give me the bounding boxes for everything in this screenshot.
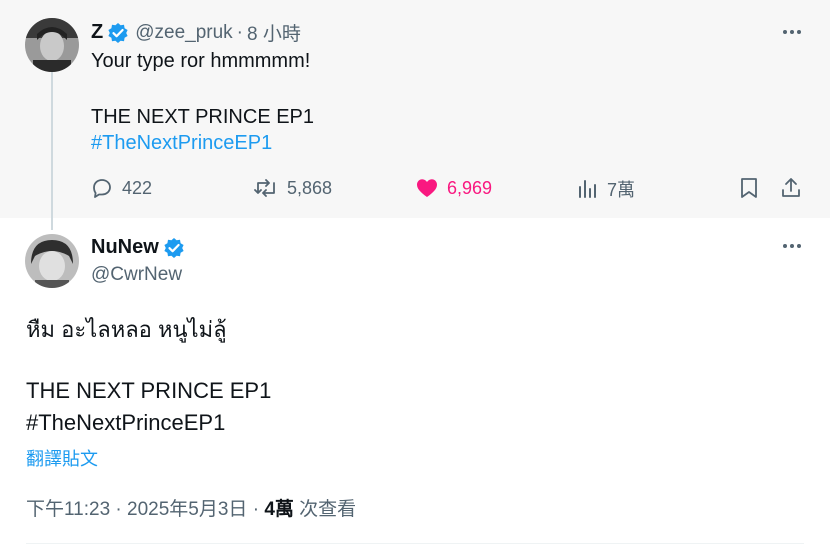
like-button[interactable]: 6,969: [415, 176, 492, 200]
views-count: 7萬: [607, 180, 636, 200]
share-icon: [782, 178, 800, 197]
parent-action-bar: 422 5,868 6,969 7萬: [90, 176, 810, 202]
share-button[interactable]: [780, 176, 802, 200]
post-views-label: 次查看: [299, 499, 357, 520]
parent-author-row: Z @zee_pruk · 8 小時: [91, 19, 301, 46]
verified-badge-icon: [163, 237, 185, 259]
main-author-row: NuNew: [91, 236, 185, 259]
separator-dot: ·: [236, 21, 243, 43]
main-handle[interactable]: @CwrNew: [91, 264, 182, 286]
bookmark-icon: [741, 178, 757, 198]
more-icon[interactable]: [776, 234, 808, 258]
main-hashtag-link[interactable]: #TheNextPrinceEP1: [26, 410, 225, 436]
more-icon[interactable]: [776, 20, 808, 44]
main-text-line2: THE NEXT PRINCE EP1: [26, 378, 272, 403]
main-author-name[interactable]: NuNew: [91, 236, 159, 259]
bookmark-button[interactable]: [738, 176, 760, 200]
post-meta: 下午11:23 · 2025年5月3日 · 4萬 次查看: [26, 494, 356, 521]
verified-badge-icon: [107, 22, 129, 44]
parent-text-line1: Your type ror hmmmmm!: [91, 50, 311, 72]
main-text-line1: หืม อะไลหลอ หนูไม่ลู้: [26, 317, 227, 342]
parent-author-name[interactable]: Z: [91, 21, 103, 44]
repost-button[interactable]: 5,868: [253, 176, 332, 200]
repost-count: 5,868: [287, 177, 333, 198]
translate-post-link[interactable]: 翻譯貼文: [26, 445, 98, 471]
like-count: 6,969: [447, 177, 493, 198]
post-views-count: 4萬: [264, 499, 294, 520]
thread-connector-line: [51, 72, 53, 230]
reply-icon: [93, 179, 111, 198]
parent-tweet[interactable]: Z @zee_pruk · 8 小時 Your type ror hmmmmm!…: [0, 0, 830, 230]
views-icon: [579, 180, 596, 198]
post-timestamp[interactable]: 下午11:23 · 2025年5月3日 ·: [26, 499, 259, 520]
reply-count: 422: [122, 177, 153, 198]
like-icon: [417, 179, 437, 197]
parent-hashtag-link[interactable]: #TheNextPrinceEP1: [91, 132, 272, 155]
parent-text-line2: THE NEXT PRINCE EP1: [91, 106, 315, 128]
parent-avatar[interactable]: [25, 18, 79, 72]
views-button[interactable]: 7萬: [577, 176, 635, 202]
divider: [26, 543, 804, 544]
main-avatar[interactable]: [25, 234, 79, 288]
reply-button[interactable]: 422: [90, 176, 152, 200]
parent-time[interactable]: 8 小時: [247, 19, 301, 46]
parent-handle[interactable]: @zee_pruk: [135, 22, 232, 44]
repost-icon: [254, 179, 275, 197]
